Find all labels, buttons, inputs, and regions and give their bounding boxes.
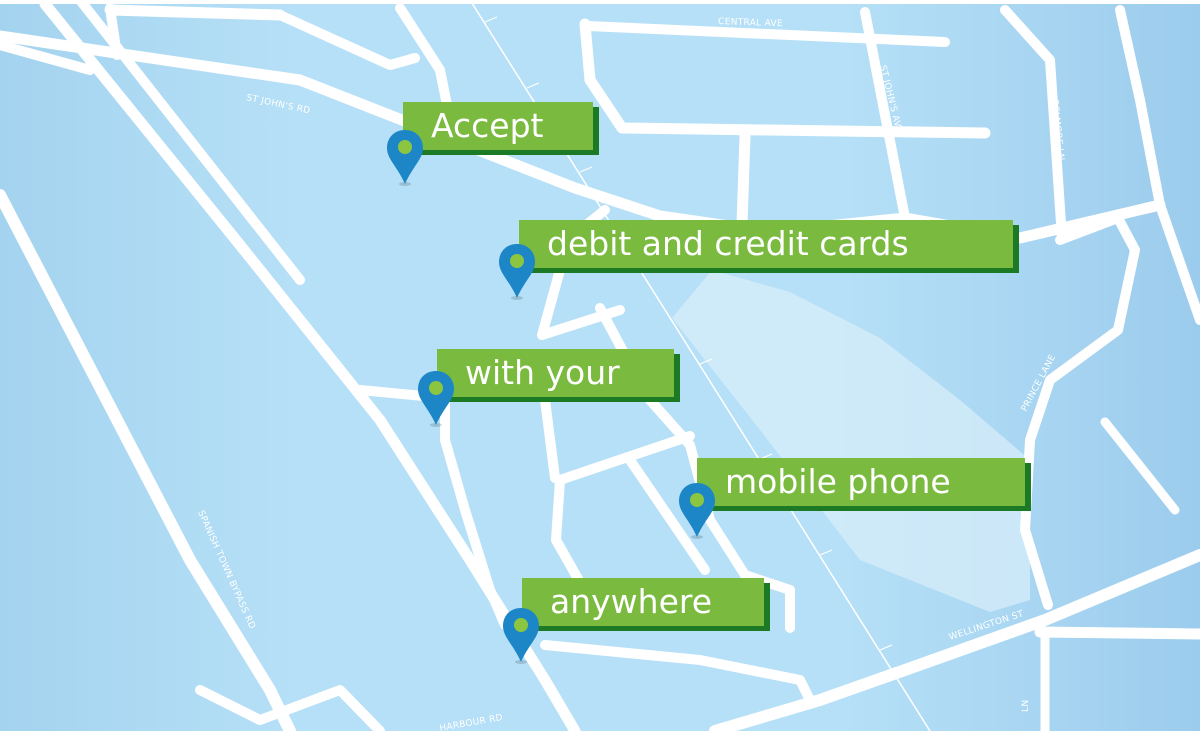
map-pin-icon bbox=[385, 128, 425, 188]
banner-accept: Accept bbox=[403, 102, 599, 155]
map-stage: CENTRAL AVE ST JOHN'S RD ST JOHN'S AVE B… bbox=[0, 0, 1200, 731]
map-pin-icon bbox=[501, 606, 541, 666]
banner-anywhere: anywhere bbox=[522, 578, 770, 631]
banner-text-accept: Accept bbox=[431, 106, 544, 145]
banner-text-mobile-phone: mobile phone bbox=[725, 462, 951, 501]
banner-text-anywhere: anywhere bbox=[550, 582, 713, 621]
street-label-ln: LN bbox=[1021, 700, 1031, 712]
banner-text-cards: debit and credit cards bbox=[547, 224, 909, 263]
banner-text-with-your: with your bbox=[465, 353, 620, 392]
map-pin-icon bbox=[497, 242, 537, 302]
banner-with-your: with your bbox=[437, 349, 680, 402]
map-pin-icon bbox=[677, 481, 717, 541]
top-border bbox=[0, 0, 1200, 4]
banner-mobile-phone: mobile phone bbox=[697, 458, 1031, 511]
banner-cards: debit and credit cards bbox=[519, 220, 1019, 273]
map-pin-icon bbox=[416, 369, 456, 429]
